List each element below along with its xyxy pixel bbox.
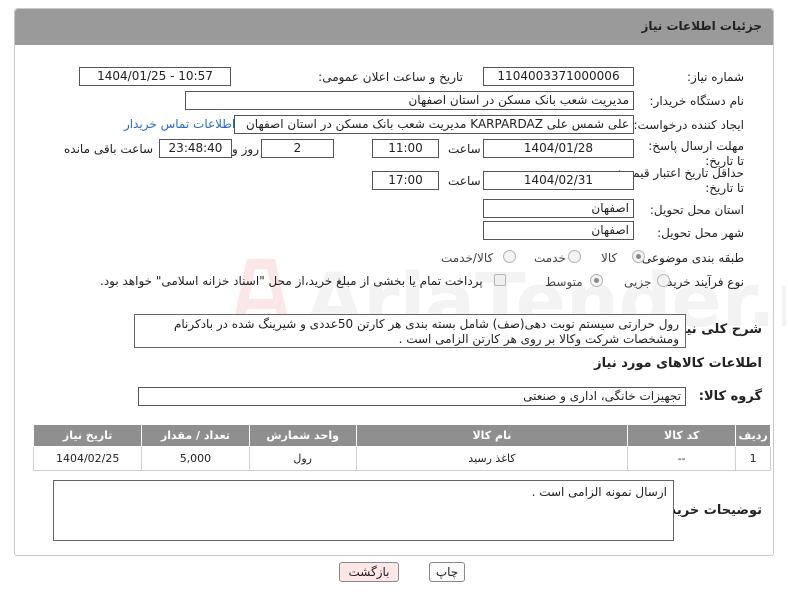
process-medium-label: متوسط bbox=[545, 275, 583, 289]
goods-group-field[interactable]: تجهیزات خانگی، اداری و صنعتی bbox=[138, 387, 686, 406]
reply-deadline-label: مهلت ارسال پاسخ: تا تاریخ: bbox=[648, 139, 744, 168]
price-date-field[interactable]: 1404/02/31 bbox=[483, 171, 634, 190]
process-minor-label: جزیی bbox=[624, 275, 652, 289]
description-text[interactable]: رول حرارتی سیستم نوبت دهی(صف) شامل بسته … bbox=[134, 314, 686, 348]
province-label: استان محل تحویل: bbox=[649, 203, 744, 217]
reply-hour-label: ساعت bbox=[448, 142, 481, 156]
table-row[interactable]: 1 -- کاغذ رسید رول 5,000 1404/02/25 bbox=[32, 446, 771, 471]
need-number-label: شماره نیاز: bbox=[687, 70, 744, 84]
category-service-label: خدمت bbox=[534, 251, 566, 265]
cell-unit: رول bbox=[248, 446, 357, 471]
category-goods-label: کالا bbox=[601, 251, 618, 265]
remaining-time-label: ساعت باقی مانده bbox=[64, 142, 154, 156]
cell-code: -- bbox=[627, 446, 737, 471]
col-unit: واحد شمارش bbox=[248, 424, 357, 447]
category-service-radio[interactable] bbox=[568, 250, 581, 263]
category-goods-radio[interactable] bbox=[632, 250, 645, 263]
process-minor-radio[interactable] bbox=[657, 274, 670, 287]
category-goods-service-label: کالا/خدمت bbox=[441, 251, 494, 265]
cell-date: 1404/02/25 bbox=[32, 446, 143, 471]
process-label: نوع فرآیند خرید : bbox=[659, 275, 744, 289]
days-label: روز و bbox=[232, 142, 259, 156]
need-number-field[interactable]: 1104003371000006 bbox=[483, 67, 634, 86]
province-field[interactable]: اصفهان bbox=[483, 199, 634, 218]
treasury-payment-note: پرداخت تمام یا بخشی از مبلغ خرید،از محل … bbox=[100, 274, 483, 288]
category-label: طبقه بندی موضوعی: bbox=[637, 251, 744, 265]
announce-field[interactable]: 1404/01/25 - 10:57 bbox=[79, 67, 231, 86]
requester-field[interactable]: علی شمس علی KARPARDAZ مدیریت شعب بانک مس… bbox=[234, 115, 634, 134]
col-code: کد کالا bbox=[627, 424, 737, 447]
city-label: شهر محل تحویل: bbox=[657, 226, 744, 240]
treasury-payment-checkbox[interactable] bbox=[494, 274, 506, 286]
remaining-time-field[interactable]: 23:48:40 bbox=[159, 139, 232, 158]
col-name: نام کالا bbox=[355, 424, 629, 447]
price-hour-label: ساعت bbox=[448, 174, 481, 188]
buyer-org-field[interactable]: مدیریت شعب بانک مسکن در استان اصفهان bbox=[185, 91, 634, 110]
table-header-row: ردیف کد کالا نام کالا واحد شمارش تعداد /… bbox=[32, 424, 771, 447]
reply-hour-field[interactable]: 11:00 bbox=[372, 139, 439, 158]
goods-group-label: گروه کالا: bbox=[698, 389, 762, 404]
cell-name: کاغذ رسید bbox=[355, 446, 629, 471]
col-date: تاریخ نیاز bbox=[32, 424, 143, 447]
reply-date-field[interactable]: 1404/01/28 bbox=[483, 139, 634, 158]
process-medium-radio[interactable] bbox=[590, 274, 603, 287]
buyer-org-label: نام دستگاه خریدار: bbox=[649, 94, 745, 108]
announce-label: تاریخ و ساعت اعلان عمومی: bbox=[318, 70, 463, 84]
col-row: ردیف bbox=[735, 424, 771, 447]
price-hour-field[interactable]: 17:00 bbox=[372, 171, 439, 190]
print-button[interactable]: چاپ bbox=[429, 562, 465, 582]
buyer-contact-link[interactable]: اطلاعات تماس خریدار bbox=[124, 117, 235, 131]
goods-table: ردیف کد کالا نام کالا واحد شمارش تعداد /… bbox=[32, 424, 771, 471]
cell-row: 1 bbox=[735, 446, 771, 471]
goods-section-title: اطلاعات کالاهای مورد نیاز bbox=[594, 356, 762, 371]
col-qty: تعداد / مقدار bbox=[141, 424, 250, 447]
back-button[interactable]: بازگشت bbox=[339, 562, 399, 582]
buyer-notes-text[interactable]: ارسال نمونه الزامی است . bbox=[53, 480, 674, 541]
cell-qty: 5,000 bbox=[141, 446, 250, 471]
category-goods-service-radio[interactable] bbox=[503, 250, 516, 263]
requester-label: ایجاد کننده درخواست: bbox=[633, 118, 744, 132]
city-field[interactable]: اصفهان bbox=[483, 221, 634, 240]
days-field[interactable]: 2 bbox=[261, 139, 334, 158]
page-title: جزئیات اطلاعات نیاز bbox=[641, 19, 762, 33]
